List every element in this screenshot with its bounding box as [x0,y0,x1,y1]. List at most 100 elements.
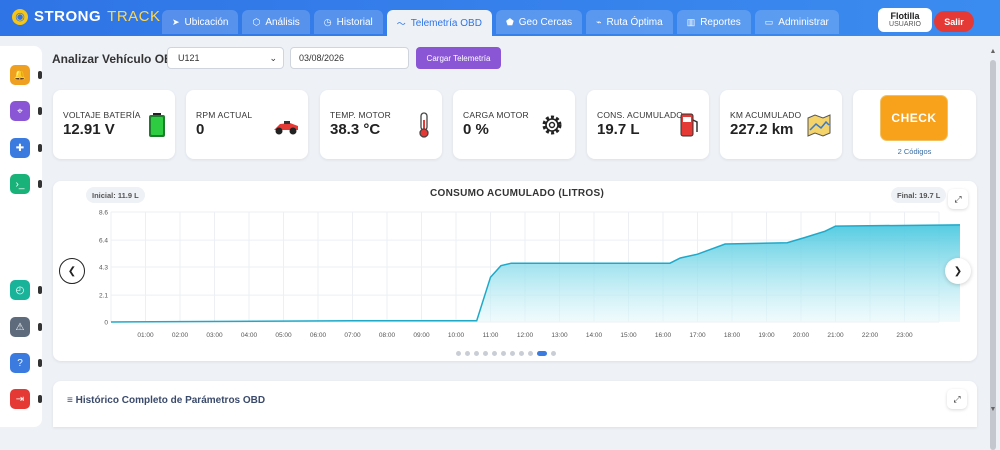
pager-dot[interactable] [510,351,515,356]
check-engine-card[interactable]: CHECK 2 Códigos [853,90,976,159]
metric-card-rpm: RPM ACTUAL 0 [186,90,308,159]
sidebar: 🔔 ⌖ ✚ ›_ ◴ ⚠ ? ⇥ [0,46,42,427]
pager-dot[interactable] [528,351,533,356]
brand-name: STRONG [34,8,101,25]
metric-card-battery: VOLTAJE BATERÍA 12.91 V [53,90,175,159]
brand-logo[interactable]: ◉ STRONG TRACK [12,8,161,25]
pager-dot[interactable] [465,351,470,356]
metric-value: 38.3 °C [330,121,380,138]
x-tick-label: 07:00 [344,332,361,339]
x-tick-label: 15:00 [620,332,637,339]
sidebar-item-label [38,323,42,331]
x-tick-label: 17:00 [689,332,706,339]
pager-dot[interactable] [483,351,488,356]
x-tick-label: 03:00 [206,332,223,339]
exit-icon[interactable]: ⇥ [10,389,30,409]
pager-dot[interactable] [551,351,556,356]
x-tick-label: 02:00 [172,332,189,339]
main-tabs: ➤Ubicación ⬡Análisis ◷Historial 〜Telemet… [162,10,839,36]
metric-value: 0 [196,121,204,138]
pager-dot[interactable] [456,351,461,356]
chart-prev-button[interactable]: ❮ [59,258,85,284]
top-navbar: ◉ STRONG TRACK ➤Ubicación ⬡Análisis ◷His… [0,0,1000,36]
metric-label: RPM ACTUAL [196,110,252,120]
chart-title: CONSUMO ACUMULADO (LITROS) [430,188,604,199]
clock-icon: ◷ [324,17,332,28]
pager-dot[interactable] [519,351,524,356]
bar-chart-icon: ▥ [687,17,696,28]
terminal-icon[interactable]: ›_ [10,174,30,194]
tab-administrar[interactable]: ▭Administrar [755,10,839,34]
chart-pager [456,351,556,356]
metric-label: TEMP. MOTOR [330,110,391,120]
user-name: Flotilla [891,11,920,21]
battery-icon [145,112,169,138]
shield-icon: ⬟ [506,17,514,28]
tab-telemetria-obd[interactable]: 〜Telemetría OBD [387,10,492,36]
vehicle-select-value: U121 [178,53,200,63]
metric-card-engine-load: CARGA MOTOR 0 % [453,90,575,159]
x-tick-label: 21:00 [827,332,844,339]
add-user-icon[interactable]: ✚ [10,138,30,158]
help-icon[interactable]: ? [10,353,30,373]
location-icon[interactable]: ⌖ [10,101,30,121]
x-tick-label: 11:00 [483,332,499,339]
metric-value: 19.7 L [597,121,640,138]
metric-card-engine-temp: TEMP. MOTOR 38.3 °C [320,90,442,159]
metric-label: KM ACUMULADO [730,110,801,120]
x-axis: 01:0002:0003:0004:0005:0006:0007:0008:00… [137,332,913,339]
tab-ubicacion[interactable]: ➤Ubicación [162,10,238,34]
user-role: USUARIO [889,21,921,29]
y-axis: 02.14.36.48.6 [99,210,108,327]
scroll-thumb[interactable] [990,60,996,450]
fuel-pump-icon [677,112,701,138]
x-tick-label: 20:00 [793,332,810,339]
metric-value: 12.91 V [63,121,115,138]
expand-history-button[interactable]: ⤢ [947,389,967,409]
pager-dot[interactable] [537,351,547,356]
globe-icon: ◉ [12,9,28,25]
x-tick-label: 06:00 [310,332,327,339]
user-badge[interactable]: Flotilla USUARIO [878,8,932,32]
vehicle-select[interactable]: U121 ⌄ [167,47,284,69]
logout-button[interactable]: Salir [934,11,974,32]
gear-icon [539,112,565,138]
tab-ruta-optima[interactable]: ⌁Ruta Óptima [586,10,673,34]
warning-icon[interactable]: ⚠ [10,317,30,337]
window-icon: ▭ [765,17,774,28]
x-tick-label: 14:00 [586,332,603,339]
chart-next-button[interactable]: ❯ [945,258,971,284]
x-tick-label: 12:00 [517,332,534,339]
pager-dot[interactable] [474,351,479,356]
sidebar-item-label [38,286,42,294]
metric-card-km: KM ACUMULADO 227.2 km [720,90,842,159]
y-tick-label: 4.3 [99,265,108,272]
brand-name-suffix: TRACK [107,8,160,25]
x-tick-label: 10:00 [448,332,465,339]
sidebar-item-label [38,107,42,115]
list-icon: ≡ [67,395,76,406]
tab-analisis[interactable]: ⬡Análisis [242,10,309,34]
thermometer-icon [412,112,436,138]
scroll-up-icon[interactable]: ▲ [989,48,997,56]
metric-label: VOLTAJE BATERÍA [63,110,141,120]
fuel-area [111,225,960,322]
date-input[interactable]: 03/08/2026 [290,47,409,69]
tab-historial[interactable]: ◷Historial [314,10,383,34]
y-tick-label: 8.6 [99,210,108,217]
tab-reportes[interactable]: ▥Reportes [677,10,751,34]
y-tick-label: 0 [104,320,108,327]
bell-icon[interactable]: 🔔 [10,65,30,85]
load-telemetry-button[interactable]: Cargar Telemetría [416,47,501,69]
tab-geo-cercas[interactable]: ⬟Geo Cercas [496,10,582,34]
timer-icon[interactable]: ◴ [10,280,30,300]
page-scrollbar[interactable]: ▲ ▼ [989,46,997,427]
pager-dot[interactable] [492,351,497,356]
dtc-count[interactable]: 2 Códigos [853,147,976,156]
x-tick-label: 08:00 [379,332,396,339]
chevron-down-icon: ⌄ [269,53,277,64]
x-tick-label: 23:00 [896,332,913,339]
pager-dot[interactable] [501,351,506,356]
scroll-down-icon[interactable]: ▼ [989,406,997,414]
metric-label: CARGA MOTOR [463,110,529,120]
